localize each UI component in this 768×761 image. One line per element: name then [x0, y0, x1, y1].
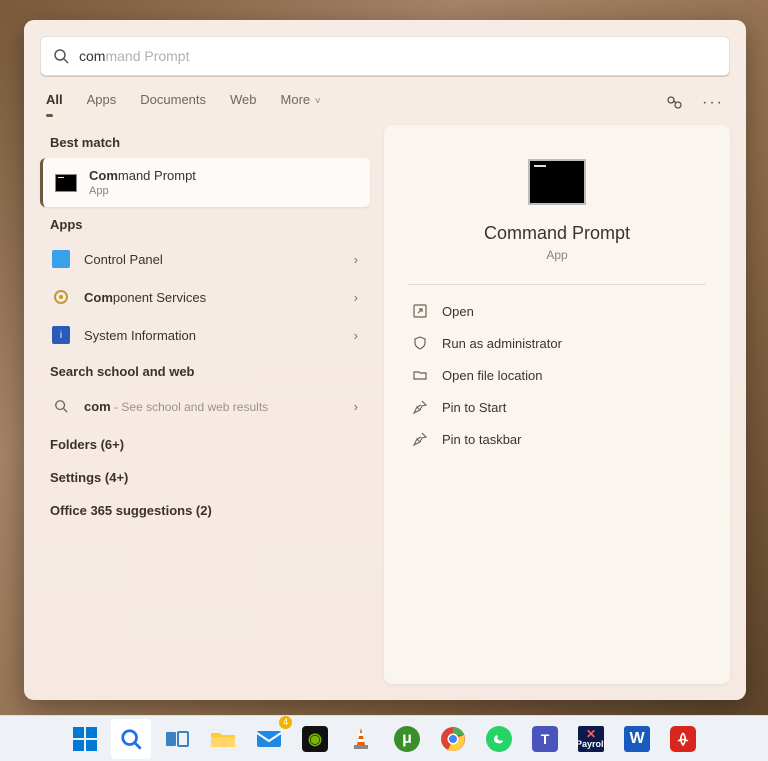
- taskbar-teams[interactable]: T: [525, 719, 565, 759]
- action-label: Open file location: [442, 368, 542, 383]
- taskbar-search[interactable]: [111, 719, 151, 759]
- action-pin-to-start[interactable]: Pin to Start: [408, 391, 706, 423]
- utorrent-icon: μ: [394, 726, 420, 752]
- chevron-right-icon: ›: [354, 399, 358, 414]
- results-column: Best match Command Prompt App Apps Contr…: [40, 125, 370, 684]
- section-apps: Apps: [40, 207, 370, 240]
- preview-subtitle: App: [408, 248, 706, 262]
- category-office-suggestions[interactable]: Office 365 suggestions (2): [40, 491, 370, 524]
- tab-documents[interactable]: Documents: [140, 92, 206, 113]
- app-result-system-information[interactable]: i System Information ›: [40, 316, 370, 354]
- tab-all[interactable]: All: [46, 92, 63, 113]
- windows-logo-icon: [73, 727, 97, 751]
- payroll-icon: ✕Payroll: [578, 726, 604, 752]
- word-icon: W: [624, 726, 650, 752]
- category-settings[interactable]: Settings (4+): [40, 458, 370, 491]
- filter-tabs-row: All Apps Documents Web More ˅ ···: [24, 76, 746, 121]
- taskbar-whatsapp[interactable]: [479, 719, 519, 759]
- search-icon: [53, 48, 69, 64]
- pin-icon: [412, 431, 428, 447]
- web-search-result[interactable]: com - See school and web results ›: [40, 387, 370, 425]
- search-input-text: command Prompt: [79, 48, 190, 64]
- component-services-icon: [52, 288, 70, 306]
- acrobat-icon: [670, 726, 696, 752]
- tab-web[interactable]: Web: [230, 92, 257, 113]
- chevron-right-icon: ›: [354, 252, 358, 267]
- command-prompt-icon-large: [528, 159, 586, 205]
- teams-icon: T: [532, 726, 558, 752]
- app-result-control-panel[interactable]: Control Panel ›: [40, 240, 370, 278]
- vlc-icon: [348, 726, 374, 752]
- list-item-label: Component Services: [84, 290, 340, 305]
- whatsapp-icon: [486, 726, 512, 752]
- action-label: Pin to taskbar: [442, 432, 522, 447]
- tab-more[interactable]: More ˅: [281, 92, 321, 113]
- action-open-file-location[interactable]: Open file location: [408, 359, 706, 391]
- chevron-right-icon: ›: [354, 290, 358, 305]
- taskbar-mail[interactable]: 4: [249, 719, 289, 759]
- taskbar-task-view[interactable]: [157, 719, 197, 759]
- chrome-icon: [440, 726, 466, 752]
- action-pin-to-taskbar[interactable]: Pin to taskbar: [408, 423, 706, 455]
- list-item-label: com - See school and web results: [84, 399, 340, 414]
- search-box[interactable]: command Prompt: [40, 36, 730, 76]
- control-panel-icon: [52, 250, 70, 268]
- category-folders[interactable]: Folders (6+): [40, 425, 370, 458]
- app-result-component-services[interactable]: Component Services ›: [40, 278, 370, 316]
- taskbar: 4 ◉ μ T ✕Payroll W: [0, 715, 768, 761]
- taskbar-payroll[interactable]: ✕Payroll: [571, 719, 611, 759]
- section-best-match: Best match: [40, 125, 370, 158]
- section-search-web: Search school and web: [40, 354, 370, 387]
- preview-pane: Command Prompt App Open Run as administr…: [384, 125, 730, 684]
- search-icon: [120, 728, 142, 750]
- action-open[interactable]: Open: [408, 295, 706, 327]
- more-options-icon[interactable]: ···: [702, 94, 724, 112]
- action-label: Pin to Start: [442, 400, 506, 415]
- best-match-item[interactable]: Command Prompt App: [40, 158, 370, 207]
- action-label: Open: [442, 304, 474, 319]
- chevron-down-icon: ˅: [312, 96, 321, 107]
- task-view-icon: [164, 726, 190, 752]
- system-info-icon: i: [52, 326, 70, 344]
- divider: [408, 284, 706, 285]
- mail-icon: [256, 726, 282, 752]
- pin-icon: [412, 399, 428, 415]
- preview-title: Command Prompt: [408, 223, 706, 244]
- taskbar-acrobat[interactable]: [663, 719, 703, 759]
- start-search-panel: command Prompt All Apps Documents Web Mo…: [24, 20, 746, 700]
- taskbar-utorrent[interactable]: μ: [387, 719, 427, 759]
- action-label: Run as administrator: [442, 336, 562, 351]
- best-match-subtitle: App: [89, 185, 196, 197]
- taskbar-start[interactable]: [65, 719, 105, 759]
- list-item-label: Control Panel: [84, 252, 340, 267]
- list-item-label: System Information: [84, 328, 340, 343]
- chevron-right-icon: ›: [354, 328, 358, 343]
- taskbar-file-explorer[interactable]: [203, 719, 243, 759]
- search-icon: [52, 397, 70, 415]
- taskbar-chrome[interactable]: [433, 719, 473, 759]
- badge: 4: [279, 716, 292, 729]
- taskbar-word[interactable]: W: [617, 719, 657, 759]
- folder-icon: [412, 367, 428, 383]
- folder-icon: [210, 726, 236, 752]
- search-options-icon[interactable]: [666, 95, 684, 111]
- taskbar-vlc[interactable]: [341, 719, 381, 759]
- nvidia-icon: ◉: [302, 726, 328, 752]
- open-icon: [412, 303, 428, 319]
- tab-apps[interactable]: Apps: [87, 92, 117, 113]
- taskbar-nvidia[interactable]: ◉: [295, 719, 335, 759]
- action-run-as-admin[interactable]: Run as administrator: [408, 327, 706, 359]
- command-prompt-icon: [55, 174, 77, 192]
- best-match-title: Command Prompt: [89, 168, 196, 183]
- shield-icon: [412, 335, 428, 351]
